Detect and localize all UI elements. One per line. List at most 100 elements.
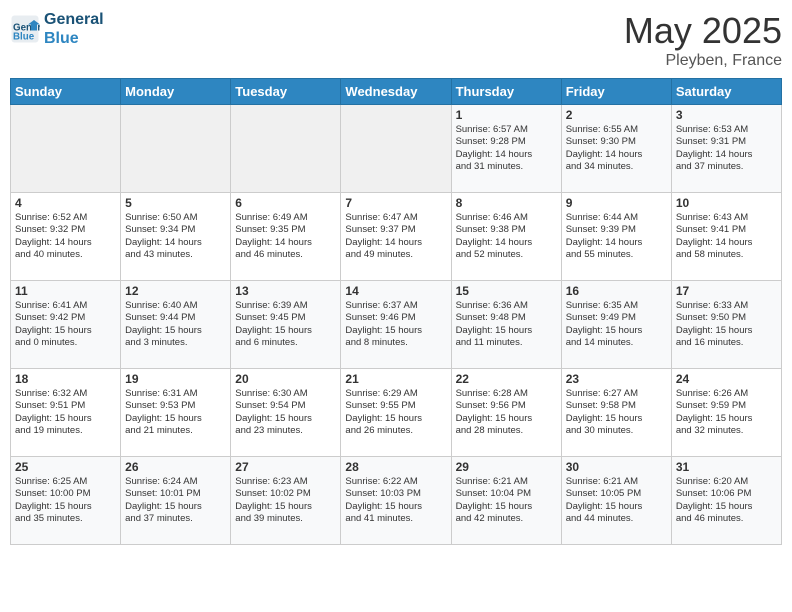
- cell-info: Sunrise: 6:55 AM: [566, 124, 667, 136]
- calendar-cell: 5Sunrise: 6:50 AMSunset: 9:34 PMDaylight…: [121, 193, 231, 281]
- calendar-cell: 19Sunrise: 6:31 AMSunset: 9:53 PMDayligh…: [121, 369, 231, 457]
- calendar-cell: 10Sunrise: 6:43 AMSunset: 9:41 PMDayligh…: [671, 193, 781, 281]
- cell-info: Sunrise: 6:36 AM: [456, 300, 557, 312]
- calendar-header-row: SundayMondayTuesdayWednesdayThursdayFrid…: [11, 79, 782, 105]
- cell-info: and 46 minutes.: [235, 249, 336, 261]
- cell-info: Sunrise: 6:35 AM: [566, 300, 667, 312]
- calendar-cell: 13Sunrise: 6:39 AMSunset: 9:45 PMDayligh…: [231, 281, 341, 369]
- cell-info: and 35 minutes.: [15, 513, 116, 525]
- cell-info: Sunset: 9:44 PM: [125, 312, 226, 324]
- day-header-wednesday: Wednesday: [341, 79, 451, 105]
- subtitle: Pleyben, France: [624, 52, 782, 70]
- cell-info: Daylight: 14 hours: [345, 237, 446, 249]
- day-number: 7: [345, 196, 446, 210]
- cell-info: and 3 minutes.: [125, 337, 226, 349]
- cell-info: Daylight: 14 hours: [456, 237, 557, 249]
- cell-info: Sunset: 9:48 PM: [456, 312, 557, 324]
- cell-info: Sunset: 9:35 PM: [235, 224, 336, 236]
- cell-info: Sunrise: 6:24 AM: [125, 476, 226, 488]
- day-number: 28: [345, 460, 446, 474]
- cell-info: Sunset: 9:45 PM: [235, 312, 336, 324]
- cell-info: Sunset: 9:51 PM: [15, 400, 116, 412]
- cell-info: Sunset: 10:00 PM: [15, 488, 116, 500]
- cell-info: Daylight: 15 hours: [235, 325, 336, 337]
- cell-info: Daylight: 15 hours: [15, 501, 116, 513]
- cell-info: Sunset: 9:49 PM: [566, 312, 667, 324]
- calendar-cell: 16Sunrise: 6:35 AMSunset: 9:49 PMDayligh…: [561, 281, 671, 369]
- calendar-week-4: 18Sunrise: 6:32 AMSunset: 9:51 PMDayligh…: [11, 369, 782, 457]
- calendar-cell: 11Sunrise: 6:41 AMSunset: 9:42 PMDayligh…: [11, 281, 121, 369]
- cell-info: Daylight: 15 hours: [456, 501, 557, 513]
- cell-info: Sunrise: 6:25 AM: [15, 476, 116, 488]
- cell-info: and 41 minutes.: [345, 513, 446, 525]
- header: General Blue General Blue May 2025 Pleyb…: [10, 10, 782, 70]
- cell-info: Sunrise: 6:40 AM: [125, 300, 226, 312]
- day-number: 2: [566, 108, 667, 122]
- cell-info: and 42 minutes.: [456, 513, 557, 525]
- cell-info: Daylight: 15 hours: [345, 413, 446, 425]
- calendar-cell: 26Sunrise: 6:24 AMSunset: 10:01 PMDaylig…: [121, 457, 231, 545]
- cell-info: Sunset: 9:38 PM: [456, 224, 557, 236]
- cell-info: Sunrise: 6:33 AM: [676, 300, 777, 312]
- calendar-cell: 1Sunrise: 6:57 AMSunset: 9:28 PMDaylight…: [451, 105, 561, 193]
- cell-info: Sunrise: 6:52 AM: [15, 212, 116, 224]
- day-number: 3: [676, 108, 777, 122]
- cell-info: and 21 minutes.: [125, 425, 226, 437]
- calendar: SundayMondayTuesdayWednesdayThursdayFrid…: [10, 78, 782, 545]
- cell-info: and 40 minutes.: [15, 249, 116, 261]
- cell-info: and 37 minutes.: [125, 513, 226, 525]
- cell-info: Sunrise: 6:21 AM: [566, 476, 667, 488]
- cell-info: and 23 minutes.: [235, 425, 336, 437]
- calendar-cell: 17Sunrise: 6:33 AMSunset: 9:50 PMDayligh…: [671, 281, 781, 369]
- cell-info: Daylight: 15 hours: [676, 413, 777, 425]
- cell-info: Sunrise: 6:46 AM: [456, 212, 557, 224]
- day-number: 9: [566, 196, 667, 210]
- day-number: 23: [566, 372, 667, 386]
- day-number: 16: [566, 284, 667, 298]
- cell-info: Sunrise: 6:23 AM: [235, 476, 336, 488]
- cell-info: Daylight: 14 hours: [235, 237, 336, 249]
- cell-info: Daylight: 15 hours: [15, 413, 116, 425]
- cell-info: and 0 minutes.: [15, 337, 116, 349]
- cell-info: Sunrise: 6:57 AM: [456, 124, 557, 136]
- cell-info: and 26 minutes.: [345, 425, 446, 437]
- cell-info: Sunset: 9:34 PM: [125, 224, 226, 236]
- calendar-cell: 15Sunrise: 6:36 AMSunset: 9:48 PMDayligh…: [451, 281, 561, 369]
- cell-info: Daylight: 15 hours: [235, 501, 336, 513]
- cell-info: Sunset: 9:50 PM: [676, 312, 777, 324]
- cell-info: and 52 minutes.: [456, 249, 557, 261]
- cell-info: Sunrise: 6:41 AM: [15, 300, 116, 312]
- cell-info: Sunset: 9:28 PM: [456, 136, 557, 148]
- cell-info: Daylight: 14 hours: [676, 237, 777, 249]
- day-header-sunday: Sunday: [11, 79, 121, 105]
- calendar-cell: 24Sunrise: 6:26 AMSunset: 9:59 PMDayligh…: [671, 369, 781, 457]
- cell-info: and 44 minutes.: [566, 513, 667, 525]
- cell-info: Sunset: 9:55 PM: [345, 400, 446, 412]
- day-number: 15: [456, 284, 557, 298]
- day-number: 5: [125, 196, 226, 210]
- calendar-cell: 28Sunrise: 6:22 AMSunset: 10:03 PMDaylig…: [341, 457, 451, 545]
- cell-info: and 37 minutes.: [676, 161, 777, 173]
- calendar-cell: 4Sunrise: 6:52 AMSunset: 9:32 PMDaylight…: [11, 193, 121, 281]
- cell-info: Daylight: 15 hours: [676, 325, 777, 337]
- calendar-week-1: 1Sunrise: 6:57 AMSunset: 9:28 PMDaylight…: [11, 105, 782, 193]
- calendar-cell: 29Sunrise: 6:21 AMSunset: 10:04 PMDaylig…: [451, 457, 561, 545]
- day-number: 21: [345, 372, 446, 386]
- cell-info: and 46 minutes.: [676, 513, 777, 525]
- cell-info: Daylight: 15 hours: [456, 413, 557, 425]
- cell-info: and 32 minutes.: [676, 425, 777, 437]
- calendar-cell: 7Sunrise: 6:47 AMSunset: 9:37 PMDaylight…: [341, 193, 451, 281]
- logo-general: General: [44, 10, 104, 29]
- cell-info: and 11 minutes.: [456, 337, 557, 349]
- cell-info: Sunrise: 6:26 AM: [676, 388, 777, 400]
- cell-info: Sunset: 9:46 PM: [345, 312, 446, 324]
- day-number: 14: [345, 284, 446, 298]
- day-number: 8: [456, 196, 557, 210]
- cell-info: Daylight: 14 hours: [456, 149, 557, 161]
- cell-info: Daylight: 15 hours: [125, 501, 226, 513]
- day-header-monday: Monday: [121, 79, 231, 105]
- cell-info: Sunrise: 6:49 AM: [235, 212, 336, 224]
- cell-info: and 58 minutes.: [676, 249, 777, 261]
- cell-info: and 31 minutes.: [456, 161, 557, 173]
- calendar-week-5: 25Sunrise: 6:25 AMSunset: 10:00 PMDaylig…: [11, 457, 782, 545]
